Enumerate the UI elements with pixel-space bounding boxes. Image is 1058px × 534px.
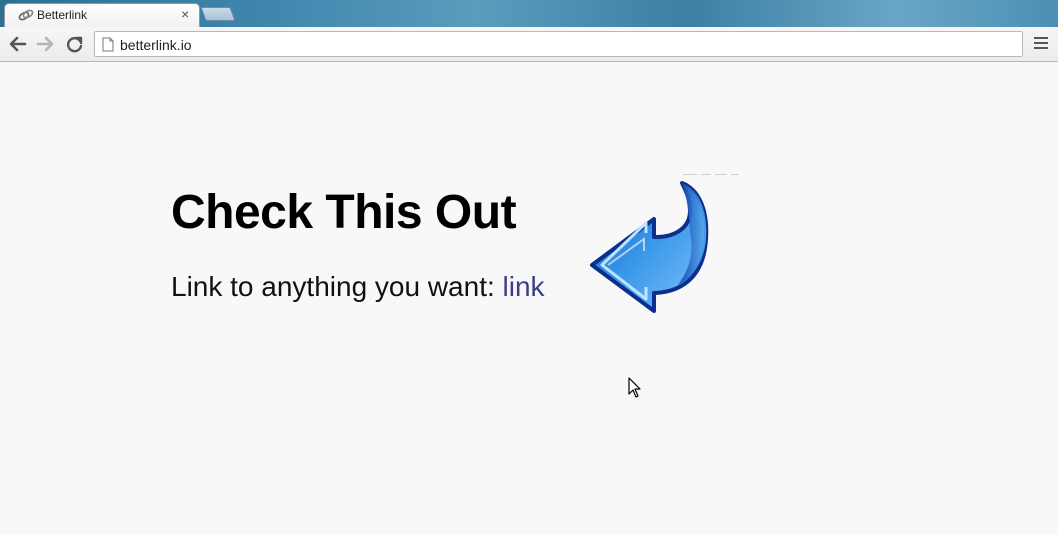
tab-betterlink[interactable]: Betterlink × bbox=[4, 3, 200, 27]
page-heading: Check This Out bbox=[171, 186, 517, 239]
url-text: betterlink.io bbox=[120, 37, 192, 53]
browser-window: Betterlink × betterlink.io Check This Ou… bbox=[0, 0, 1058, 534]
link-chain-icon bbox=[18, 9, 34, 21]
mouse-pointer-icon bbox=[628, 377, 641, 398]
subline-text: Link to anything you want: bbox=[171, 271, 503, 302]
page-content: Check This Out Link to anything you want… bbox=[0, 63, 1058, 534]
link-anchor[interactable]: link bbox=[503, 271, 545, 302]
toolbar: betterlink.io bbox=[0, 27, 1058, 62]
faint-text-decoration bbox=[683, 174, 739, 175]
back-arrow-icon[interactable] bbox=[6, 34, 28, 54]
address-bar[interactable]: betterlink.io bbox=[94, 31, 1023, 57]
tab-title: Betterlink bbox=[37, 8, 88, 22]
hamburger-menu-icon[interactable] bbox=[1034, 37, 1048, 50]
new-tab-button[interactable] bbox=[200, 7, 236, 21]
tab-strip: Betterlink × bbox=[0, 0, 1058, 27]
page-icon bbox=[102, 37, 114, 52]
reload-icon[interactable] bbox=[64, 34, 86, 54]
curved-blue-arrow-icon bbox=[590, 181, 709, 313]
forward-arrow-icon[interactable] bbox=[35, 34, 57, 54]
subline: Link to anything you want: link bbox=[171, 271, 545, 303]
tab-close-icon[interactable]: × bbox=[181, 6, 189, 22]
